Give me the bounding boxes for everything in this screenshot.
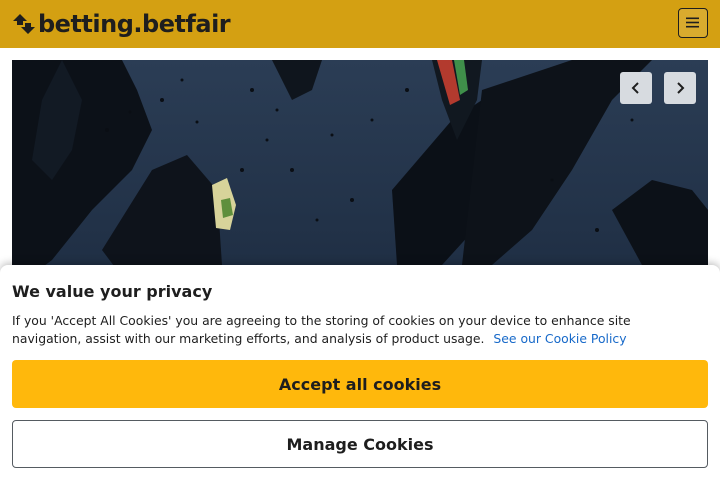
brand-logo-text: betting.betfair bbox=[38, 10, 231, 38]
manage-cookies-button[interactable]: Manage Cookies bbox=[12, 420, 708, 468]
cookie-consent-banner: We value your privacy If you 'Accept All… bbox=[0, 265, 720, 480]
accept-all-cookies-button[interactable]: Accept all cookies bbox=[12, 360, 708, 408]
hamburger-menu-icon bbox=[686, 17, 699, 28]
carousel-prev-button[interactable] bbox=[620, 72, 652, 104]
top-header: betting.betfair bbox=[0, 0, 720, 48]
cookie-banner-text: If you 'Accept All Cookies' you are agre… bbox=[12, 312, 702, 348]
carousel-next-button[interactable] bbox=[664, 72, 696, 104]
betfair-logo[interactable]: betting.betfair bbox=[12, 9, 231, 39]
betfair-arrows-icon bbox=[13, 14, 35, 34]
cookie-policy-link[interactable]: See our Cookie Policy bbox=[493, 331, 626, 346]
chevron-right-icon bbox=[677, 82, 685, 94]
chevron-left-icon bbox=[631, 82, 639, 94]
cookie-banner-title: We value your privacy bbox=[12, 282, 213, 301]
menu-button[interactable] bbox=[678, 8, 708, 38]
